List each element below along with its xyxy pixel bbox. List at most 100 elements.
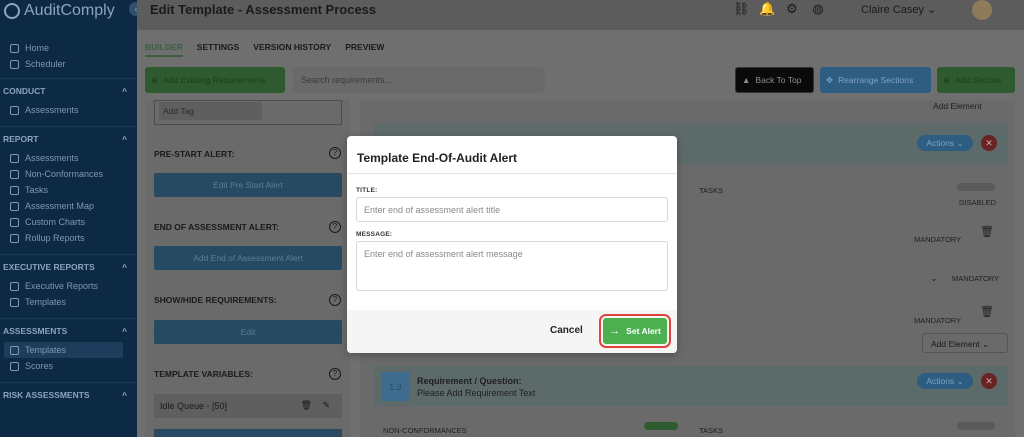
- sidebar-item-exec-templates[interactable]: Templates: [0, 294, 137, 310]
- chevron-down-icon: ⌄: [927, 4, 937, 16]
- chevron-up-icon: ^: [122, 85, 127, 96]
- chevron-down-icon: ⌄: [956, 375, 964, 386]
- chevron-down-icon[interactable]: ⌄: [930, 273, 938, 284]
- template-variable-item[interactable]: Idle Queue - [50] 🗑 ✎: [154, 394, 342, 418]
- mandatory-label: MANDATORY: [914, 316, 962, 325]
- help-icon[interactable]: ?: [329, 294, 341, 306]
- help-icon[interactable]: ?: [329, 221, 341, 233]
- end-of-assessment-alert-label: END OF ASSESSMENT ALERT:: [154, 222, 279, 232]
- disabled-label: DISABLED: [959, 198, 997, 207]
- warning-icon: [10, 169, 19, 179]
- bell-icon[interactable]: 🔔: [759, 2, 775, 16]
- plus-circle-icon: ⊕: [943, 74, 951, 85]
- requirement-label: Requirement / Question:: [417, 376, 522, 386]
- add-variable-button[interactable]: [154, 429, 342, 437]
- tasks-label: TASKS: [699, 186, 724, 195]
- chevron-up-icon: ^: [122, 389, 127, 400]
- trash-icon[interactable]: 🗑: [980, 225, 994, 238]
- report-icon: [10, 233, 19, 243]
- chevron-down-icon: ⌄: [956, 137, 964, 148]
- actions-dropdown[interactable]: Actions ⌄: [917, 373, 973, 389]
- sidebar-item-report-assessments[interactable]: Assessments: [0, 150, 137, 166]
- rearrange-sections-button[interactable]: ✥ Rearrange Sections: [820, 67, 931, 93]
- add-element-dropdown[interactable]: Add Element: [933, 101, 982, 111]
- add-element-dropdown[interactable]: Add Element ⌄: [922, 333, 1008, 353]
- actions-dropdown[interactable]: Actions ⌄: [917, 135, 973, 151]
- sidebar-item-rollup-reports[interactable]: Rollup Reports: [0, 230, 137, 246]
- show-hide-requirements-label: SHOW/HIDE REQUIREMENTS:: [154, 295, 277, 305]
- add-end-of-assessment-alert-button[interactable]: Add End of Assessment Alert: [154, 246, 342, 270]
- arrow-right-icon: →: [609, 325, 621, 337]
- move-icon: ✥: [826, 74, 834, 85]
- add-tag-input[interactable]: Add Tag: [159, 102, 262, 120]
- message-field-label: MESSAGE:: [356, 231, 393, 238]
- delete-section-icon[interactable]: ✕: [981, 135, 997, 151]
- sidebar-section-conduct[interactable]: CONDUCT ^: [0, 78, 137, 102]
- add-section-button[interactable]: ⊕ Add Section: [937, 67, 1015, 93]
- link-icon[interactable]: ⛓: [733, 2, 750, 16]
- requirement-header: [374, 366, 1008, 406]
- globe-icon[interactable]: ◍: [811, 2, 825, 16]
- builder-tabs: BUILDER SETTINGS VERSION HISTORY PREVIEW: [145, 42, 384, 57]
- sidebar-item-tasks[interactable]: Tasks: [0, 182, 137, 198]
- sidebar-item-templates[interactable]: Templates: [4, 342, 123, 358]
- sidebar-item-scheduler[interactable]: Scheduler: [0, 56, 137, 72]
- non-conformances-label: NON-CONFORMANCES: [383, 426, 467, 435]
- tab-preview[interactable]: PREVIEW: [345, 42, 384, 57]
- avatar[interactable]: [972, 0, 992, 20]
- tab-version-history[interactable]: VERSION HISTORY: [253, 42, 331, 57]
- sidebar-section-assessments[interactable]: ASSESSMENTS ^: [0, 318, 137, 342]
- edit-requirements-button[interactable]: Edit: [154, 320, 342, 344]
- back-to-top-button[interactable]: ▲ Back To Top: [735, 67, 814, 93]
- tasks-toggle[interactable]: [957, 422, 995, 430]
- sidebar-item-custom-charts[interactable]: Custom Charts: [0, 214, 137, 230]
- user-menu[interactable]: Claire Casey ⌄: [861, 3, 936, 16]
- sidebar-section-report[interactable]: REPORT ^: [0, 126, 137, 150]
- pre-start-alert-label: PRE-START ALERT:: [154, 149, 235, 159]
- sidebar-item-conduct-assessments[interactable]: Assessments: [0, 102, 137, 118]
- tab-settings[interactable]: SETTINGS: [197, 42, 240, 57]
- add-existing-requirements-button[interactable]: ⊕ Add Existing Requirements: [145, 67, 285, 93]
- requirement-text[interactable]: Please Add Requirement Text: [417, 388, 535, 398]
- pencil-icon[interactable]: ✎: [322, 400, 330, 411]
- mandatory-label: MANDATORY: [914, 235, 962, 244]
- clock-icon: [10, 105, 19, 115]
- sidebar-item-scores[interactable]: Scores: [0, 358, 137, 374]
- sidebar-item-non-conformances[interactable]: Non-Conformances: [0, 166, 137, 182]
- trophy-icon: [10, 361, 19, 371]
- set-alert-label: Set Alert: [626, 326, 661, 336]
- alert-title-input[interactable]: [356, 197, 668, 222]
- edit-pre-start-alert-button[interactable]: Edit Pre Start Alert: [154, 173, 342, 197]
- page-title: Edit Template - Assessment Process: [150, 2, 377, 17]
- title-field-label: TITLE:: [356, 187, 378, 194]
- sidebar: AuditComply Home Scheduler CONDUCT ^ Asse…: [0, 0, 137, 437]
- search-requirements-input[interactable]: Search requirements...: [293, 67, 545, 93]
- cancel-button[interactable]: Cancel: [550, 325, 583, 336]
- app-brand[interactable]: AuditComply: [0, 0, 137, 22]
- calendar-icon: [10, 59, 19, 69]
- trash-icon[interactable]: 🗑: [301, 400, 312, 411]
- sidebar-item-executive-reports[interactable]: Executive Reports: [0, 278, 137, 294]
- plus-circle-icon: ⊕: [151, 74, 159, 85]
- top-icons: ⛓ 🔔 ⚙ ◍: [733, 2, 825, 16]
- mandatory-label: MANDATORY: [952, 274, 1000, 283]
- delete-requirement-icon[interactable]: ✕: [981, 373, 997, 389]
- trash-icon[interactable]: 🗑: [980, 305, 994, 318]
- non-conformances-toggle[interactable]: [644, 422, 678, 430]
- tasks-toggle[interactable]: [957, 183, 995, 191]
- help-icon[interactable]: ?: [329, 147, 341, 159]
- alert-message-textarea[interactable]: [356, 241, 668, 291]
- sidebar-item-assessment-map[interactable]: Assessment Map: [0, 198, 137, 214]
- app-name: AuditComply: [24, 2, 115, 19]
- chevron-up-icon: ^: [122, 133, 127, 144]
- help-icon[interactable]: ?: [329, 368, 341, 380]
- sidebar-section-risk-assessments[interactable]: RISK ASSESSMENTS ^: [0, 382, 137, 406]
- edit-icon: [10, 345, 19, 355]
- sidebar-item-home[interactable]: Home: [0, 40, 137, 56]
- gear-icon[interactable]: ⚙: [785, 2, 799, 16]
- set-alert-button[interactable]: → Set Alert: [599, 314, 671, 348]
- sidebar-section-executive-reports[interactable]: EXECUTIVE REPORTS ^: [0, 254, 137, 278]
- chevron-up-icon: ^: [122, 325, 127, 336]
- tab-builder[interactable]: BUILDER: [145, 42, 183, 57]
- chevron-down-icon: ⌄: [982, 339, 990, 349]
